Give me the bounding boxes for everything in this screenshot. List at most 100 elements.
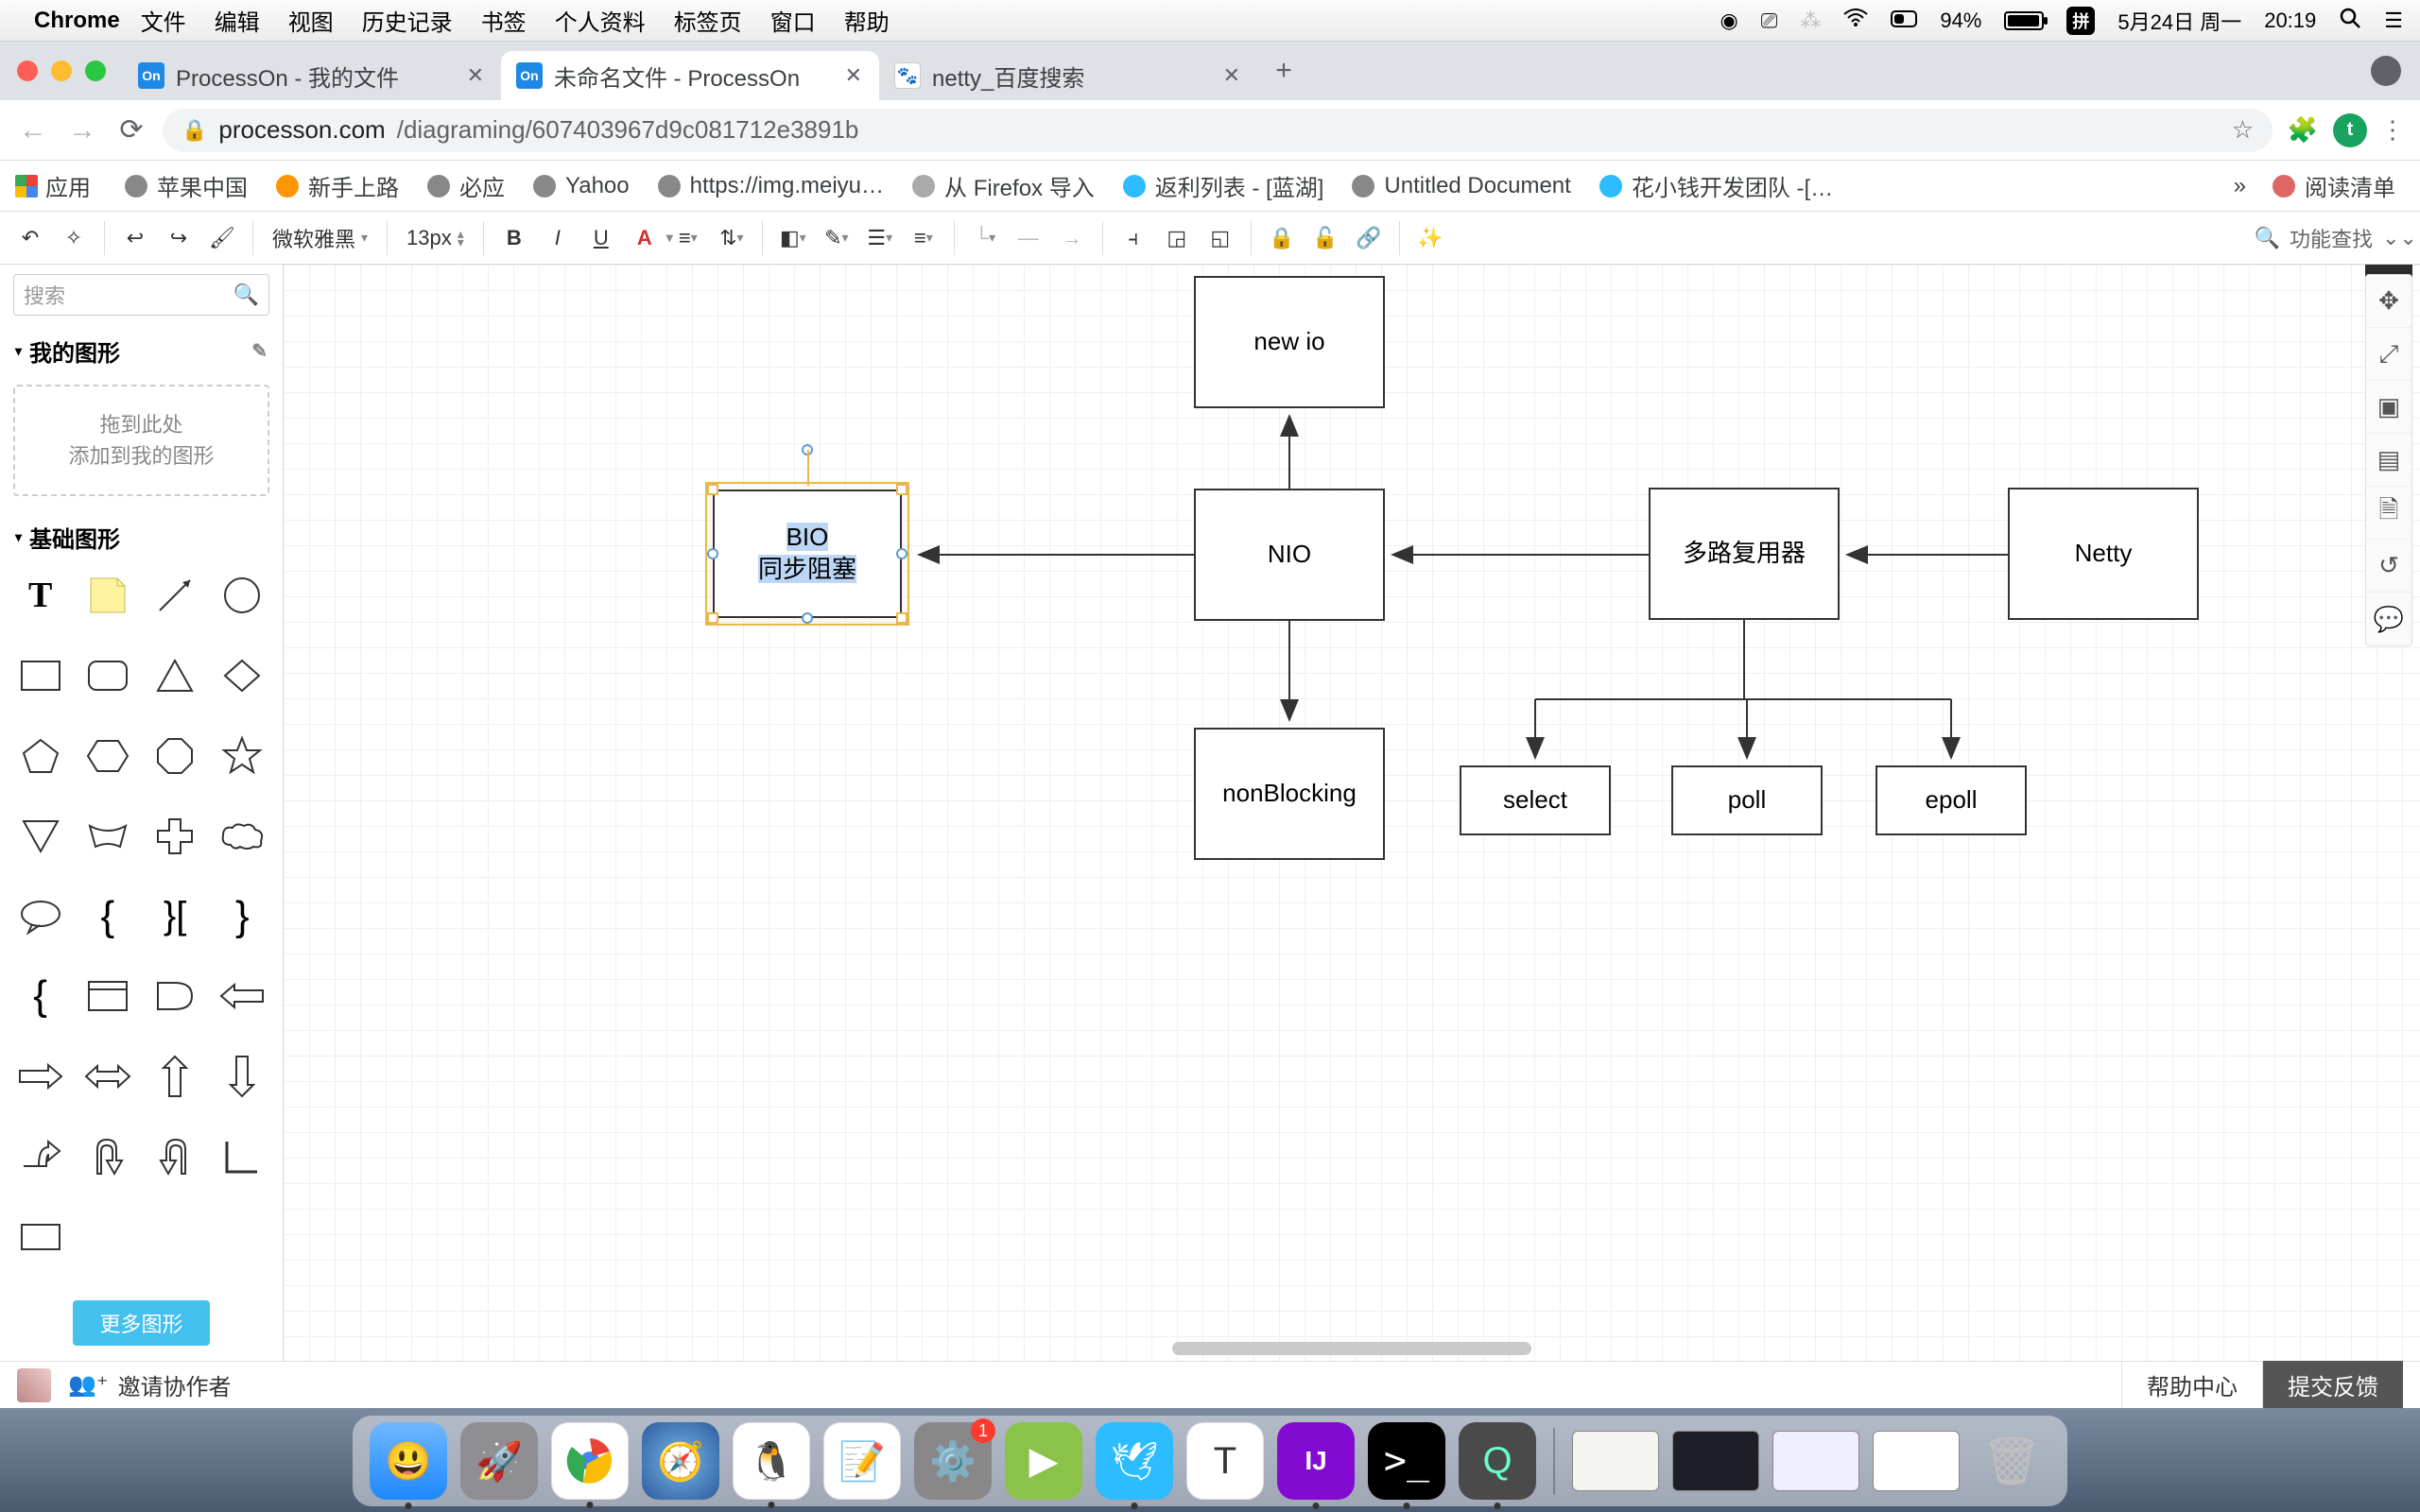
reload-button[interactable]: ⟳ xyxy=(113,112,149,148)
menu-view[interactable]: 视图 xyxy=(288,4,334,37)
dock-feishu[interactable]: 🕊 xyxy=(1096,1422,1173,1500)
dock-minimized-window[interactable] xyxy=(1672,1431,1759,1491)
shape-uparrow[interactable] xyxy=(147,1052,204,1101)
shape-circle[interactable] xyxy=(214,571,271,620)
line-width-button[interactable]: ☰▾ xyxy=(861,219,899,257)
node-bio[interactable]: BIO 同步阻塞 xyxy=(713,490,902,618)
shape-roundrect[interactable] xyxy=(78,651,136,700)
fill-color-button[interactable]: ◧▾ xyxy=(774,219,812,257)
dock-qq[interactable]: 🐧 xyxy=(733,1422,810,1500)
menubar-date[interactable]: 5月24日 周一 xyxy=(2118,6,2241,36)
input-method-icon[interactable]: 拼 xyxy=(2066,7,2095,35)
node-netty[interactable]: Netty xyxy=(2008,488,2199,620)
bookmarks-overflow[interactable]: » xyxy=(2234,173,2246,199)
toolbar-search-label[interactable]: 功能查找 xyxy=(2290,223,2373,253)
menu-history[interactable]: 历史记录 xyxy=(362,4,453,37)
node-text-line1[interactable]: BIO xyxy=(786,523,829,551)
unlock-button[interactable]: 🔓 xyxy=(1306,219,1344,257)
node-newio[interactable]: new io xyxy=(1194,276,1385,408)
shape-text[interactable]: T xyxy=(11,571,69,620)
shape-diamond[interactable] xyxy=(214,651,271,700)
canvas[interactable]: ✥ ⤢ ▣ ▤ 🗎 ↺ 💬 BIO 同步阻塞 new io NIO xyxy=(284,265,2420,1361)
bookmark-item[interactable]: 新手上路 xyxy=(267,165,408,206)
shape-invtriangle[interactable] xyxy=(11,812,69,861)
forward-button[interactable]: → xyxy=(64,112,100,148)
menu-profiles[interactable]: 个人资料 xyxy=(555,4,646,37)
shape-corner[interactable] xyxy=(214,1132,271,1181)
reading-list-button[interactable]: 阅读清单 xyxy=(2263,165,2405,206)
feedback-button[interactable]: 提交反馈 xyxy=(2262,1357,2403,1413)
undo-button[interactable]: ↶ xyxy=(11,219,49,257)
bold-button[interactable]: B xyxy=(495,219,533,257)
menu-file[interactable]: 文件 xyxy=(141,4,186,37)
more-shapes-button[interactable]: 更多图形 xyxy=(73,1300,209,1346)
shape-leftarrow[interactable] xyxy=(214,971,271,1021)
bookmark-item[interactable]: Untitled Document xyxy=(1342,169,1580,203)
node-poll[interactable]: poll xyxy=(1671,765,1823,835)
shape-search-input[interactable]: 搜索 🔍 xyxy=(13,274,269,316)
close-tab-icon[interactable]: ✕ xyxy=(467,63,484,88)
menubar-time[interactable]: 20:19 xyxy=(2264,9,2316,33)
address-bar[interactable]: 🔒 processon.com/diagraming/607403967d9c0… xyxy=(163,109,2273,152)
history-icon[interactable]: ↺ xyxy=(2366,540,2411,593)
dock-settings[interactable]: ⚙️1 xyxy=(914,1422,992,1500)
node-nonblocking[interactable]: nonBlocking xyxy=(1194,728,1385,860)
dock-minimized-window[interactable] xyxy=(1772,1431,1859,1491)
maximize-window-button[interactable] xyxy=(85,60,106,81)
font-size-select[interactable]: 13px▴▾ xyxy=(399,226,472,250)
link-button[interactable]: 🔗 xyxy=(1350,219,1388,257)
shape-line[interactable] xyxy=(147,571,204,620)
incognito-icon[interactable] xyxy=(2371,56,2401,86)
menu-window[interactable]: 窗口 xyxy=(770,4,816,37)
browser-tab[interactable]: On ProcessOn - 我的文件 ✕ xyxy=(123,51,501,100)
my-shapes-section[interactable]: ▾ 我的图形 ✎ xyxy=(0,325,283,377)
shape-triangle[interactable] xyxy=(147,651,204,700)
resize-handle[interactable] xyxy=(707,484,718,495)
collapse-toolbar-icon[interactable]: ⌄⌄ xyxy=(2382,226,2409,250)
shape-octagon[interactable] xyxy=(147,731,204,781)
magic-button[interactable]: ✨ xyxy=(1411,219,1449,257)
resize-handle[interactable] xyxy=(896,484,908,495)
invite-collaborators-button[interactable]: 👥⁺ 邀请协作者 xyxy=(68,1368,232,1401)
horizontal-scrollbar[interactable] xyxy=(1172,1342,1531,1355)
dock-notes[interactable]: 📝 xyxy=(823,1422,901,1500)
resize-handle[interactable] xyxy=(896,612,908,624)
shape-note[interactable] xyxy=(78,571,136,620)
bluetooth-icon[interactable]: ⁂ xyxy=(1800,9,1821,33)
bookmark-item[interactable]: 从 Firefox 导入 xyxy=(903,165,1104,206)
bookmark-star-icon[interactable]: ☆ xyxy=(2232,115,2254,145)
menu-bookmarks[interactable]: 书签 xyxy=(481,4,527,37)
dock-quicktime[interactable]: Q xyxy=(1459,1422,1536,1500)
dock-trash[interactable]: 🗑 xyxy=(1973,1422,2050,1500)
dock-textedit[interactable]: T xyxy=(1186,1422,1264,1500)
dock-terminal[interactable]: >_ xyxy=(1368,1422,1445,1500)
line-end-button[interactable]: → xyxy=(1053,219,1091,257)
shape-brace-l[interactable]: { xyxy=(78,892,136,941)
connector-type-button[interactable]: └▾ xyxy=(966,219,1004,257)
dock-launchpad[interactable]: 🚀 xyxy=(460,1422,538,1500)
shape-container[interactable] xyxy=(78,971,136,1021)
bookmark-item[interactable]: Yahoo xyxy=(524,169,639,203)
underline-button[interactable]: U xyxy=(582,219,620,257)
bookmark-item[interactable]: 返利列表 - [蓝湖] xyxy=(1114,165,1334,206)
fit-icon[interactable]: ⤢ xyxy=(2366,328,2411,381)
bookmark-item[interactable]: 苹果中国 xyxy=(115,165,257,206)
shape-pentagon[interactable] xyxy=(11,731,69,781)
navigator-icon[interactable]: ✥ xyxy=(2366,275,2411,328)
new-tab-button[interactable]: + xyxy=(1265,52,1303,90)
bring-front-button[interactable]: ◲ xyxy=(1158,219,1196,257)
shape-downarrow[interactable] xyxy=(214,1052,271,1101)
line-style-button[interactable]: ≡▾ xyxy=(905,219,942,257)
control-center-icon[interactable] xyxy=(1891,9,1917,33)
node-text-line2[interactable]: 同步阻塞 xyxy=(758,555,856,583)
basic-shapes-section[interactable]: ▾ 基础图形 xyxy=(0,511,283,563)
shape-brace-r[interactable]: } xyxy=(214,892,271,941)
bookmark-item[interactable]: 必应 xyxy=(418,165,514,206)
node-select[interactable]: select xyxy=(1460,765,1611,835)
node-nio[interactable]: NIO xyxy=(1194,489,1385,621)
dock-minimized-window[interactable] xyxy=(1873,1431,1960,1491)
display-icon[interactable]: ⎚ xyxy=(1761,9,1778,33)
connector-handle[interactable] xyxy=(802,612,813,624)
format-painter-button[interactable]: 🖌 xyxy=(203,219,241,257)
shape-star[interactable] xyxy=(214,731,271,781)
